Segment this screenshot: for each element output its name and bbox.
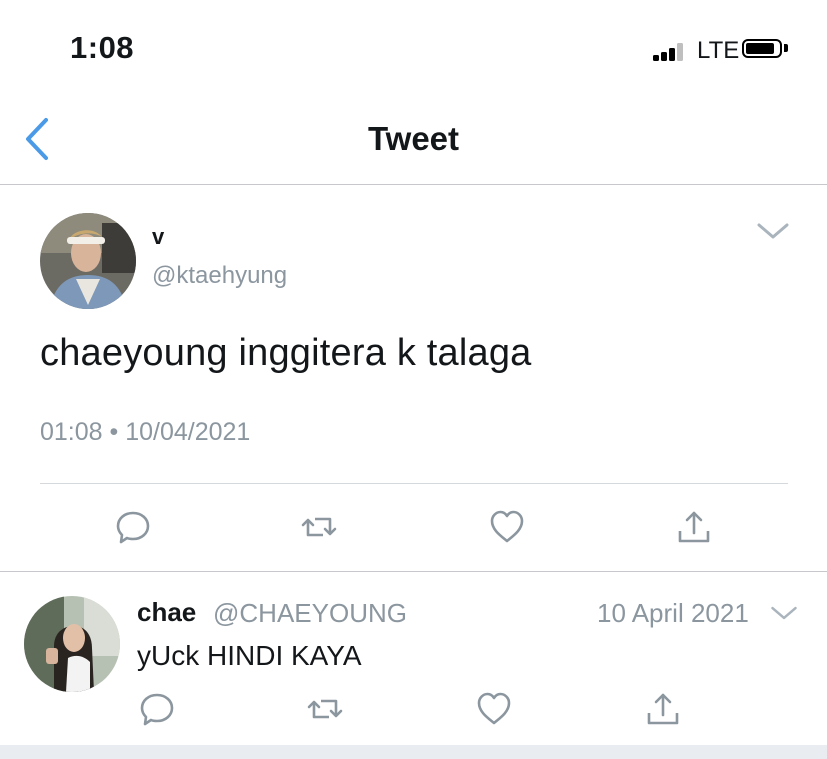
share-icon[interactable] xyxy=(676,509,712,545)
reply-share-icon[interactable] xyxy=(645,691,681,727)
reply-reply-icon[interactable] xyxy=(139,691,175,727)
section-divider xyxy=(0,571,827,572)
reply-avatar[interactable] xyxy=(24,596,120,692)
reply-like-icon[interactable] xyxy=(476,691,512,727)
tweet-text: chaeyoung inggitera k talaga xyxy=(40,332,532,374)
signal-icon xyxy=(653,41,691,61)
battery-icon xyxy=(742,39,782,58)
reply-chevron-down-icon[interactable] xyxy=(770,604,798,622)
reply-author-handle[interactable]: @CHAEYOUNG xyxy=(213,598,407,629)
nav-divider xyxy=(0,184,827,185)
author-name[interactable]: v xyxy=(152,224,164,250)
tweet-divider xyxy=(40,483,788,484)
battery-tip xyxy=(784,44,788,52)
status-time: 1:08 xyxy=(70,30,135,65)
reply-author-name[interactable]: chae xyxy=(137,597,196,628)
page-title: Tweet xyxy=(367,120,460,157)
author-handle[interactable]: @ktaehyung xyxy=(152,262,287,290)
avatar[interactable] xyxy=(40,213,136,309)
reply-retweet-icon[interactable] xyxy=(307,691,343,727)
chevron-down-icon[interactable] xyxy=(756,221,790,241)
like-icon[interactable] xyxy=(489,509,525,545)
bottom-separator xyxy=(0,745,827,759)
reply-text: yUck HINDI KAYA xyxy=(137,640,362,671)
network-type: LTE xyxy=(697,37,740,64)
reply-icon[interactable] xyxy=(115,509,151,545)
reply-date: 10 April 2021 xyxy=(597,598,749,628)
tweet-timestamp: 01:08 • 10/04/2021 xyxy=(40,418,251,446)
retweet-icon[interactable] xyxy=(301,509,337,545)
